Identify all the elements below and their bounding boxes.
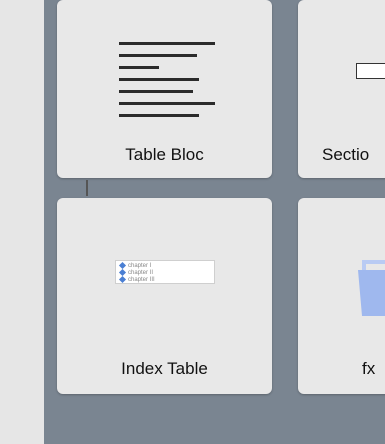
tile-table-bloc[interactable]: Table Bloc (57, 0, 272, 178)
tile-label-index-table: Index Table (121, 359, 208, 378)
tile-fx[interactable]: fx (298, 198, 385, 394)
tile-section[interactable]: Sectio (298, 0, 385, 178)
index-row: chapter III (118, 275, 210, 284)
index-table-icon: chapter I chapter II chapter III (115, 260, 215, 284)
scroll-tick (86, 180, 88, 196)
formula-icon (358, 260, 385, 316)
tile-label-fx: fx (362, 359, 376, 378)
bullet-icon (118, 275, 127, 284)
tile-label-section: Sectio (322, 145, 370, 164)
section-icon (356, 63, 385, 79)
index-row: chapter II (118, 268, 210, 277)
text-lines-icon (119, 42, 215, 122)
left-sidebar-strip (0, 0, 44, 444)
widget-palette: Table Bloc Sectio chapter I chapter II c… (0, 0, 385, 444)
index-row: chapter I (118, 261, 210, 270)
tile-index-table[interactable]: chapter I chapter II chapter III Index T… (57, 198, 272, 394)
tile-label-table-bloc: Table Bloc (125, 145, 204, 164)
